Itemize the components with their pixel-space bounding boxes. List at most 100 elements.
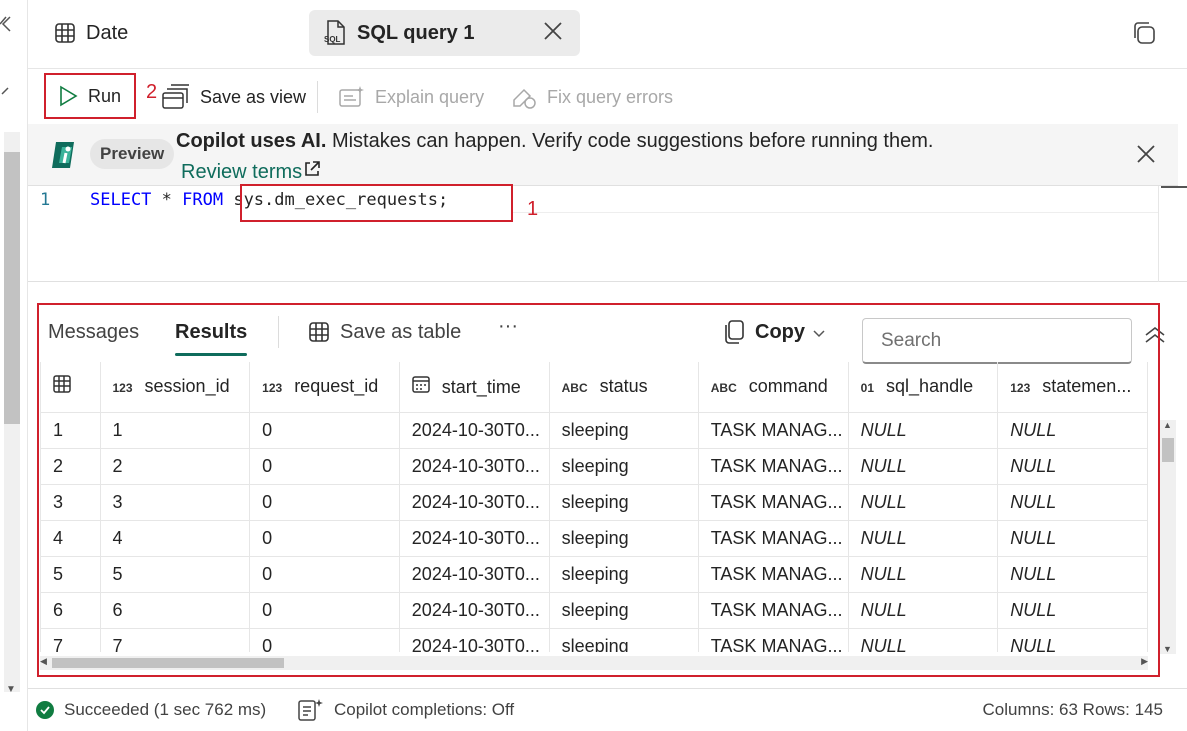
table-cell[interactable]: 0: [249, 555, 400, 593]
table-cell[interactable]: 4: [99, 519, 251, 557]
column-header-sql-handle[interactable]: 01 sql_handle: [847, 362, 999, 413]
sql-editor[interactable]: 1 SELECT * FROM sys.dm_exec_requests; 1: [28, 184, 1187, 282]
table-row[interactable]: 1 1 0 2024-10-30T0... sleeping TASK MANAG... N…: [40, 411, 1148, 449]
copilot-completions-toggle[interactable]: Copilot completions: Off: [298, 698, 514, 722]
table-cell[interactable]: 0: [249, 447, 400, 485]
table-cell[interactable]: NULL: [847, 627, 999, 652]
table-cell[interactable]: 2024-10-30T0...: [398, 555, 550, 593]
table-cell[interactable]: NULL: [997, 483, 1148, 521]
table-cell[interactable]: NULL: [997, 519, 1148, 557]
row-number-cell[interactable]: 5: [40, 555, 101, 593]
close-icon[interactable]: [542, 20, 564, 48]
table-cell[interactable]: NULL: [847, 519, 999, 557]
table-row[interactable]: 4 4 0 2024-10-30T0... sleeping TASK MANAG... N…: [40, 519, 1148, 557]
scroll-left-icon[interactable]: ◀: [40, 656, 47, 667]
table-cell[interactable]: 2024-10-30T0...: [398, 411, 550, 449]
table-row[interactable]: 2 2 0 2024-10-30T0... sleeping TASK MANAG... N…: [40, 447, 1148, 485]
table-cell[interactable]: 2024-10-30T0...: [398, 591, 550, 629]
copy-button[interactable]: Copy: [723, 302, 825, 362]
scroll-right-icon[interactable]: ▶: [1141, 656, 1148, 667]
table-cell[interactable]: 6: [99, 591, 251, 629]
tab-results[interactable]: Results: [175, 302, 248, 362]
column-header-request-id[interactable]: 123 request_id: [249, 362, 400, 413]
collapse-pane-icon[interactable]: [0, 14, 12, 40]
row-number-cell[interactable]: 3: [40, 483, 101, 521]
select-all-header[interactable]: [40, 362, 101, 413]
column-header-command[interactable]: ABC command: [697, 362, 849, 413]
review-terms-link[interactable]: Review terms: [181, 159, 322, 185]
table-row[interactable]: 5 5 0 2024-10-30T0... sleeping TASK MANAG... N…: [40, 555, 1148, 593]
tab-messages[interactable]: Messages: [48, 302, 139, 362]
table-cell[interactable]: 2024-10-30T0...: [398, 519, 550, 557]
duplicate-window-icon[interactable]: [1131, 20, 1157, 51]
table-cell[interactable]: sleeping: [548, 447, 699, 485]
table-cell[interactable]: sleeping: [548, 555, 699, 593]
column-header-statement[interactable]: 123 statemen...: [997, 362, 1148, 413]
horizontal-scrollbar-thumb[interactable]: [52, 658, 284, 668]
run-button[interactable]: Run: [44, 73, 136, 119]
row-number-cell[interactable]: 1: [40, 411, 101, 449]
row-number-cell[interactable]: 2: [40, 447, 101, 485]
close-banner-icon[interactable]: [1136, 144, 1156, 169]
table-cell[interactable]: TASK MANAG...: [697, 483, 849, 521]
table-cell[interactable]: 7: [99, 627, 251, 652]
column-header-status[interactable]: ABC status: [548, 362, 699, 413]
more-options-button[interactable]: ···: [498, 296, 518, 356]
chevron-icon[interactable]: [0, 86, 10, 107]
tab-sql-query[interactable]: SQL SQL query 1: [309, 10, 580, 56]
table-cell[interactable]: sleeping: [548, 483, 699, 521]
table-cell[interactable]: NULL: [847, 411, 999, 449]
table-row[interactable]: 7 7 0 2024-10-30T0... sleeping TASK MANAG... N…: [40, 627, 1148, 652]
fix-query-errors-button[interactable]: Fix query errors: [511, 69, 673, 125]
table-cell[interactable]: 2: [99, 447, 251, 485]
table-cell[interactable]: TASK MANAG...: [697, 627, 849, 652]
table-cell[interactable]: NULL: [847, 555, 999, 593]
table-cell[interactable]: TASK MANAG...: [697, 591, 849, 629]
row-number-cell[interactable]: 4: [40, 519, 101, 557]
table-cell[interactable]: NULL: [997, 591, 1148, 629]
table-cell[interactable]: NULL: [997, 555, 1148, 593]
search-input[interactable]: Search: [862, 318, 1132, 364]
scroll-up-icon[interactable]: ▲: [1163, 420, 1172, 430]
table-cell[interactable]: TASK MANAG...: [697, 411, 849, 449]
table-cell[interactable]: 5: [99, 555, 251, 593]
table-cell[interactable]: 0: [249, 411, 400, 449]
explain-query-button[interactable]: Explain query: [339, 69, 484, 125]
grid-horizontal-scrollbar[interactable]: ◀ ▶: [40, 656, 1148, 670]
save-as-table-button[interactable]: Save as table: [308, 302, 461, 362]
table-cell[interactable]: sleeping: [548, 627, 699, 652]
results-grid[interactable]: 123 session_id 123 request_id start_time A…: [40, 362, 1148, 652]
table-cell[interactable]: NULL: [847, 447, 999, 485]
column-header-session-id[interactable]: 123 session_id: [99, 362, 251, 413]
table-cell[interactable]: 2024-10-30T0...: [398, 483, 550, 521]
table-cell[interactable]: sleeping: [548, 519, 699, 557]
save-as-view-button[interactable]: Save as view: [162, 69, 306, 125]
table-cell[interactable]: 0: [249, 591, 400, 629]
table-cell[interactable]: sleeping: [548, 591, 699, 629]
table-cell[interactable]: 0: [249, 483, 400, 521]
collapse-results-icon[interactable]: [1144, 326, 1166, 349]
scroll-down-icon[interactable]: ▼: [1163, 644, 1172, 654]
table-cell[interactable]: NULL: [847, 483, 999, 521]
table-cell[interactable]: 3: [99, 483, 251, 521]
table-row[interactable]: 3 3 0 2024-10-30T0... sleeping TASK MANAG... N…: [40, 483, 1148, 521]
table-cell[interactable]: TASK MANAG...: [697, 447, 849, 485]
row-number-cell[interactable]: 7: [40, 627, 101, 652]
table-cell[interactable]: NULL: [997, 411, 1148, 449]
table-row[interactable]: 6 6 0 2024-10-30T0... sleeping TASK MANAG... N…: [40, 591, 1148, 629]
scroll-down-icon[interactable]: ▼: [6, 684, 16, 695]
table-cell[interactable]: 1: [99, 411, 251, 449]
grid-vertical-scrollbar[interactable]: ▲ ▼: [1160, 420, 1176, 654]
table-cell[interactable]: NULL: [847, 591, 999, 629]
table-cell[interactable]: 2024-10-30T0...: [398, 627, 550, 652]
left-scrollbar-thumb[interactable]: [4, 152, 20, 424]
table-cell[interactable]: TASK MANAG...: [697, 555, 849, 593]
vertical-scrollbar-thumb[interactable]: [1162, 438, 1174, 462]
table-cell[interactable]: NULL: [997, 447, 1148, 485]
tab-date[interactable]: Date: [54, 10, 128, 56]
table-cell[interactable]: sleeping: [548, 411, 699, 449]
table-cell[interactable]: 2024-10-30T0...: [398, 447, 550, 485]
table-cell[interactable]: 0: [249, 627, 400, 652]
table-cell[interactable]: 0: [249, 519, 400, 557]
row-number-cell[interactable]: 6: [40, 591, 101, 629]
